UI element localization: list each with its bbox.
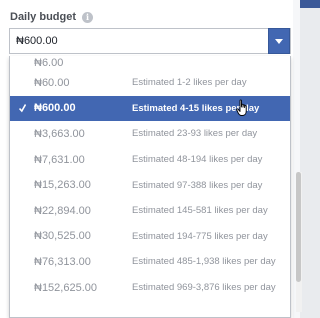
budget-option[interactable]: ₦7,631.00 Estimated 48-194 likes per day xyxy=(10,147,290,173)
option-estimate: Estimated 97-388 likes per day xyxy=(132,179,263,191)
top-accent-bar xyxy=(300,0,320,8)
option-amount: ₦22,894.00 xyxy=(34,204,91,217)
info-icon[interactable]: i xyxy=(82,11,94,23)
option-amount: ₦6.00 xyxy=(34,57,64,69)
budget-options-list[interactable]: ₦6.00 ₦60.00 Estimated 1-2 likes per day… xyxy=(9,56,291,318)
option-estimate: Estimated 23-93 likes per day xyxy=(132,128,258,140)
budget-option[interactable]: ₦76,313.00 Estimated 485-1,938 likes per… xyxy=(10,249,290,275)
budget-option[interactable]: ₦15,263.00 Estimated 97-388 likes per da… xyxy=(10,172,290,198)
hand-cursor-icon xyxy=(236,99,247,116)
selected-budget-value: ₦600.00 xyxy=(16,35,58,47)
option-estimate: Estimated 194-775 likes per day xyxy=(132,230,268,242)
budget-option[interactable]: ₦152,625.00 Estimated 969-3,876 likes pe… xyxy=(10,275,290,301)
dropdown-toggle-button[interactable] xyxy=(268,28,290,54)
option-amount: ₦7,631.00 xyxy=(34,153,85,166)
option-estimate: Estimated 48-194 likes per day xyxy=(132,154,263,166)
option-estimate: Estimated 1-2 likes per day xyxy=(132,77,247,89)
option-estimate: Estimated 969-3,876 likes per day xyxy=(132,282,276,294)
caret-down-icon xyxy=(275,39,283,44)
budget-option[interactable]: ₦3,663.00 Estimated 23-93 likes per day xyxy=(10,121,290,147)
option-amount: ₦15,263.00 xyxy=(34,179,91,192)
option-amount: ₦3,663.00 xyxy=(34,127,85,140)
option-amount: ₦76,313.00 xyxy=(34,255,91,268)
budget-option[interactable]: ₦6.00 xyxy=(10,56,290,70)
daily-budget-label-row: Daily budget i xyxy=(10,7,94,27)
option-amount: ₦30,525.00 xyxy=(34,230,91,243)
option-estimate: Estimated 485-1,938 likes per day xyxy=(132,256,276,268)
option-amount: ₦152,625.00 xyxy=(34,281,97,294)
option-amount: ₦60.00 xyxy=(34,76,70,89)
option-estimate: Estimated 145-581 likes per day xyxy=(132,205,268,217)
budget-option[interactable]: ₦60.00 Estimated 1-2 likes per day xyxy=(10,70,290,96)
checkmark-icon xyxy=(19,103,26,112)
budget-option-selected[interactable]: ₦600.00 Estimated 4-15 likes per day xyxy=(10,95,290,122)
scrollbar-thumb[interactable] xyxy=(296,172,301,282)
option-amount: ₦600.00 xyxy=(34,102,76,115)
budget-option[interactable]: ₦22,894.00 Estimated 145-581 likes per d… xyxy=(10,198,290,224)
budget-option[interactable]: ₦30,525.00 Estimated 194-775 likes per d… xyxy=(10,224,290,250)
daily-budget-select[interactable]: ₦600.00 xyxy=(9,28,291,54)
daily-budget-label: Daily budget xyxy=(10,11,77,23)
budget-panel: Daily budget i ₦600.00 ₦6.00 ₦60.00 Esti… xyxy=(0,0,293,318)
page-background-strip xyxy=(300,0,320,318)
